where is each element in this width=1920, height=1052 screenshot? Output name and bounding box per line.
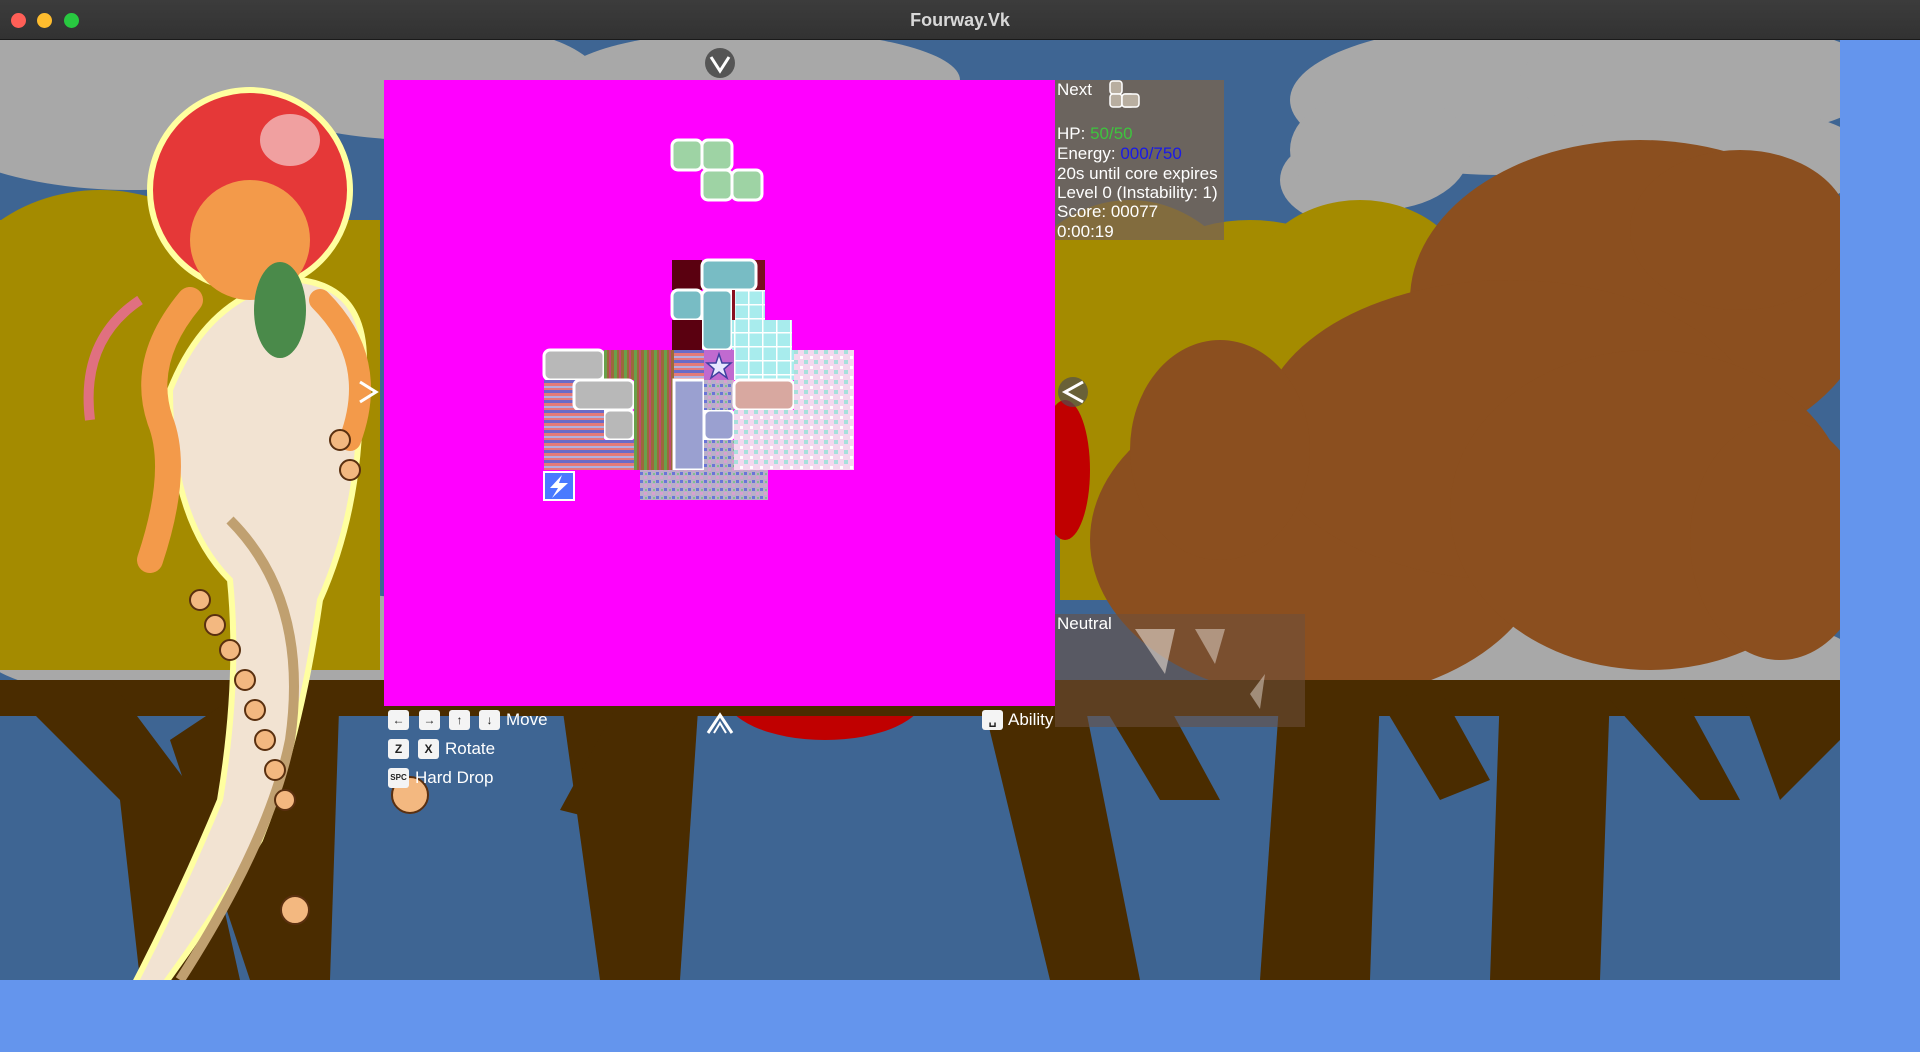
tetromino-preview-icon <box>1109 80 1140 108</box>
core-timer: 20s until core expires <box>1057 164 1218 183</box>
window-title: Fourway.Vk <box>910 10 1010 30</box>
energy-readout: Energy: 000/750 <box>1057 144 1182 164</box>
z-key: Z <box>388 739 409 759</box>
rotate-label: Rotate <box>445 739 496 758</box>
chevron-left-icon[interactable] <box>1057 376 1089 408</box>
hard-drop-label: Hard Drop <box>415 768 494 787</box>
left-arrow-key: ← <box>388 710 409 730</box>
settled-blocks <box>542 258 854 500</box>
hp-readout: HP: 50/50 <box>1057 124 1133 144</box>
hp-value: 50/50 <box>1090 124 1133 143</box>
game-board[interactable] <box>384 80 1055 706</box>
game-canvas[interactable]: Next HP: 50/50 Energy: 000/750 20s until… <box>0 40 1920 1052</box>
falling-piece <box>670 138 764 202</box>
elapsed-time: 0:00:19 <box>1057 222 1114 241</box>
chevron-right-icon[interactable] <box>356 376 382 408</box>
hp-label: HP: <box>1057 124 1086 143</box>
core-star-icon <box>704 350 734 381</box>
x-key: X <box>418 739 439 759</box>
window-titlebar: Fourway.Vk <box>0 0 1920 40</box>
chevron-down-icon[interactable] <box>704 47 736 79</box>
ability-label: Ability <box>1008 710 1054 729</box>
lightning-bomb-icon <box>543 471 575 501</box>
right-arrow-key: → <box>419 710 440 730</box>
level-readout: Level 0 (Instability: 1) <box>1057 183 1218 202</box>
score-readout: Score: 00077 <box>1057 202 1159 221</box>
up-arrow-key: ↑ <box>449 710 470 730</box>
chevron-up-icon[interactable] <box>704 707 736 739</box>
energy-value: 000/750 <box>1120 144 1182 163</box>
move-label: Move <box>506 710 548 729</box>
ability-key: ␣ <box>982 710 1003 730</box>
space-key: SPC <box>388 768 409 788</box>
next-label: Next <box>1057 80 1092 99</box>
energy-label: Energy: <box>1057 144 1116 163</box>
board-tiles <box>542 138 854 501</box>
status-label: Neutral <box>1057 614 1112 633</box>
down-arrow-key: ↓ <box>479 710 500 730</box>
